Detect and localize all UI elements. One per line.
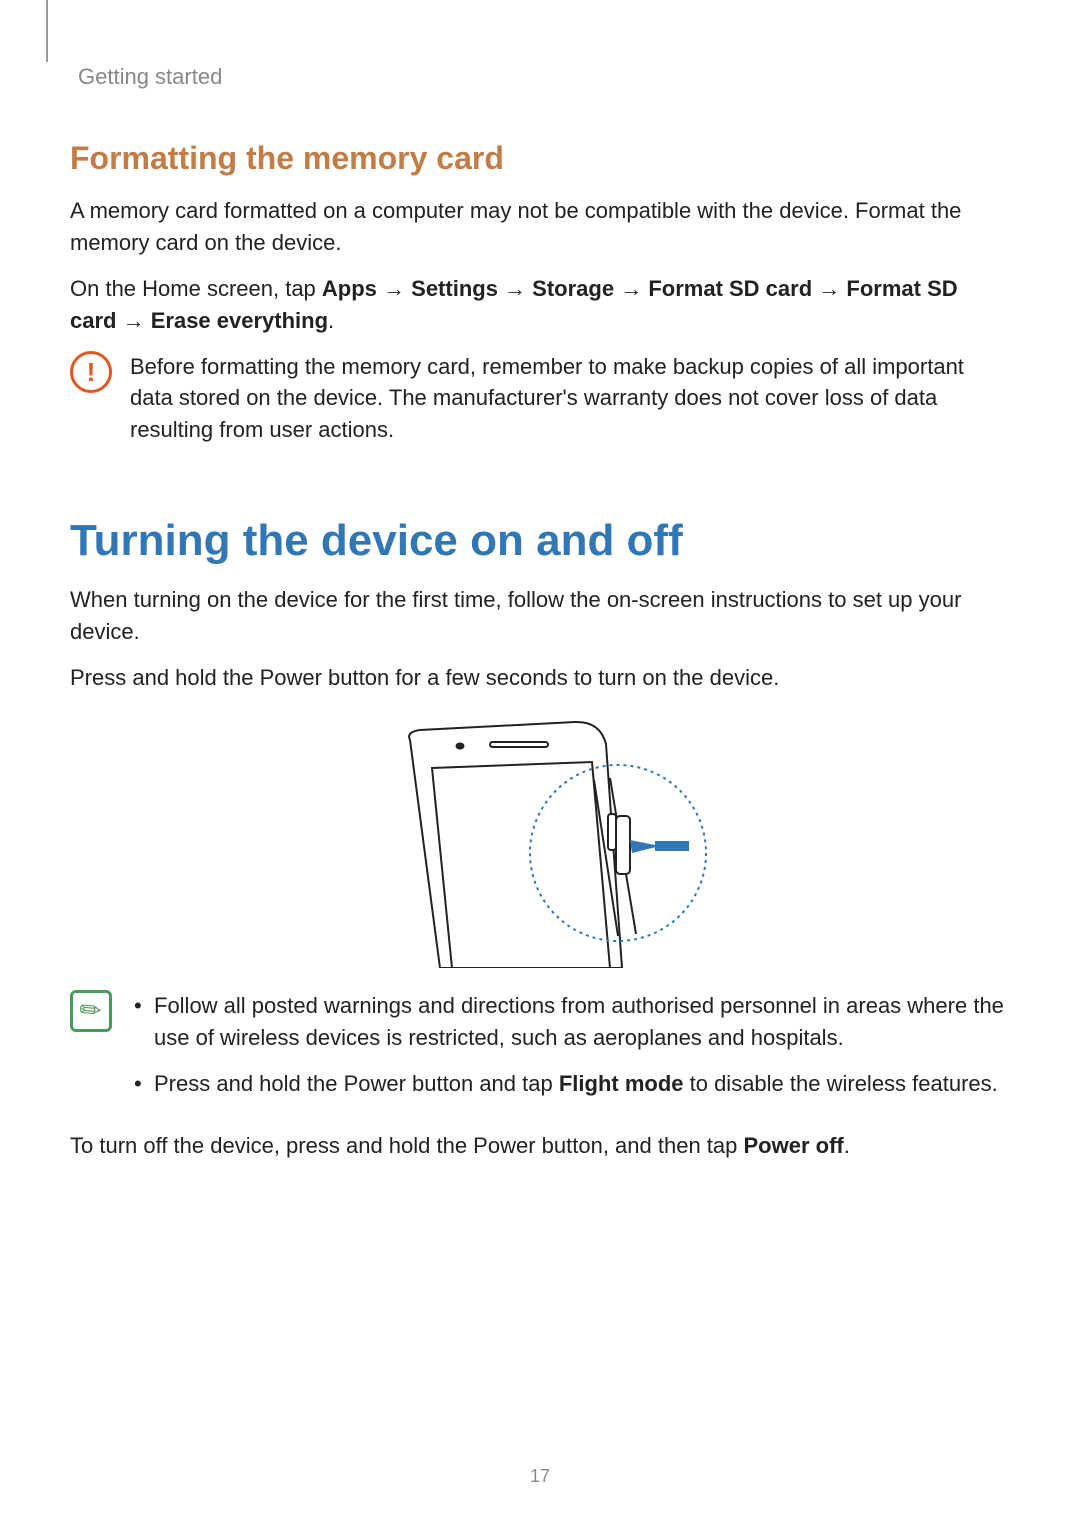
page-content: Getting started Formatting the memory ca… bbox=[0, 0, 1080, 1161]
path-prefix: On the Home screen, tap bbox=[70, 276, 322, 301]
formatting-intro-paragraph: A memory card formatted on a computer ma… bbox=[70, 195, 1010, 259]
heading-turning-device-on-off: Turning the device on and off bbox=[70, 516, 1010, 566]
path-arrow: → bbox=[812, 276, 846, 301]
press-hold-paragraph: Press and hold the Power button for a fe… bbox=[70, 662, 1010, 694]
caution-callout: ! Before formatting the memory card, rem… bbox=[70, 351, 1010, 447]
note-bullet-2: Press and hold the Power button and tap … bbox=[130, 1068, 1010, 1100]
path-period: . bbox=[328, 308, 334, 333]
caution-text: Before formatting the memory card, remem… bbox=[130, 351, 1010, 447]
caution-icon: ! bbox=[70, 351, 112, 447]
note-icon: ✎ bbox=[70, 990, 112, 1114]
path-erase-everything: Erase everything bbox=[151, 308, 328, 333]
note-bullet-2-post: to disable the wireless features. bbox=[684, 1071, 998, 1096]
feather-icon: ✎ bbox=[73, 992, 110, 1030]
path-arrow: → bbox=[377, 276, 411, 301]
turn-off-pre: To turn off the device, press and hold t… bbox=[70, 1133, 744, 1158]
power-button-illustration bbox=[70, 718, 1010, 968]
note-box-icon: ✎ bbox=[70, 990, 112, 1032]
path-apps: Apps bbox=[322, 276, 377, 301]
turn-off-paragraph: To turn off the device, press and hold t… bbox=[70, 1130, 1010, 1162]
path-arrow: → bbox=[498, 276, 532, 301]
note-body: Follow all posted warnings and direction… bbox=[130, 990, 1010, 1114]
turn-off-post: . bbox=[844, 1133, 850, 1158]
phone-power-illustration-svg bbox=[360, 718, 720, 968]
note-callout: ✎ Follow all posted warnings and directi… bbox=[70, 990, 1010, 1114]
path-arrow: → bbox=[614, 276, 648, 301]
path-format-sd-1: Format SD card bbox=[648, 276, 812, 301]
heading-formatting-memory-card: Formatting the memory card bbox=[70, 140, 1010, 177]
formatting-path-paragraph: On the Home screen, tap Apps → Settings … bbox=[70, 273, 1010, 337]
exclamation-icon: ! bbox=[87, 359, 96, 385]
flight-mode-label: Flight mode bbox=[559, 1071, 684, 1096]
path-storage: Storage bbox=[532, 276, 614, 301]
path-arrow: → bbox=[116, 308, 150, 333]
note-bullet-2-pre: Press and hold the Power button and tap bbox=[154, 1071, 559, 1096]
page-number: 17 bbox=[0, 1466, 1080, 1487]
caution-circle-icon: ! bbox=[70, 351, 112, 393]
note-bullet-list: Follow all posted warnings and direction… bbox=[130, 990, 1010, 1100]
power-off-label: Power off bbox=[744, 1133, 844, 1158]
turning-on-intro-paragraph: When turning on the device for the first… bbox=[70, 584, 1010, 648]
header-tab-marker bbox=[46, 0, 48, 62]
note-bullet-1: Follow all posted warnings and direction… bbox=[130, 990, 1010, 1054]
path-settings: Settings bbox=[411, 276, 498, 301]
section-breadcrumb: Getting started bbox=[70, 64, 1010, 90]
